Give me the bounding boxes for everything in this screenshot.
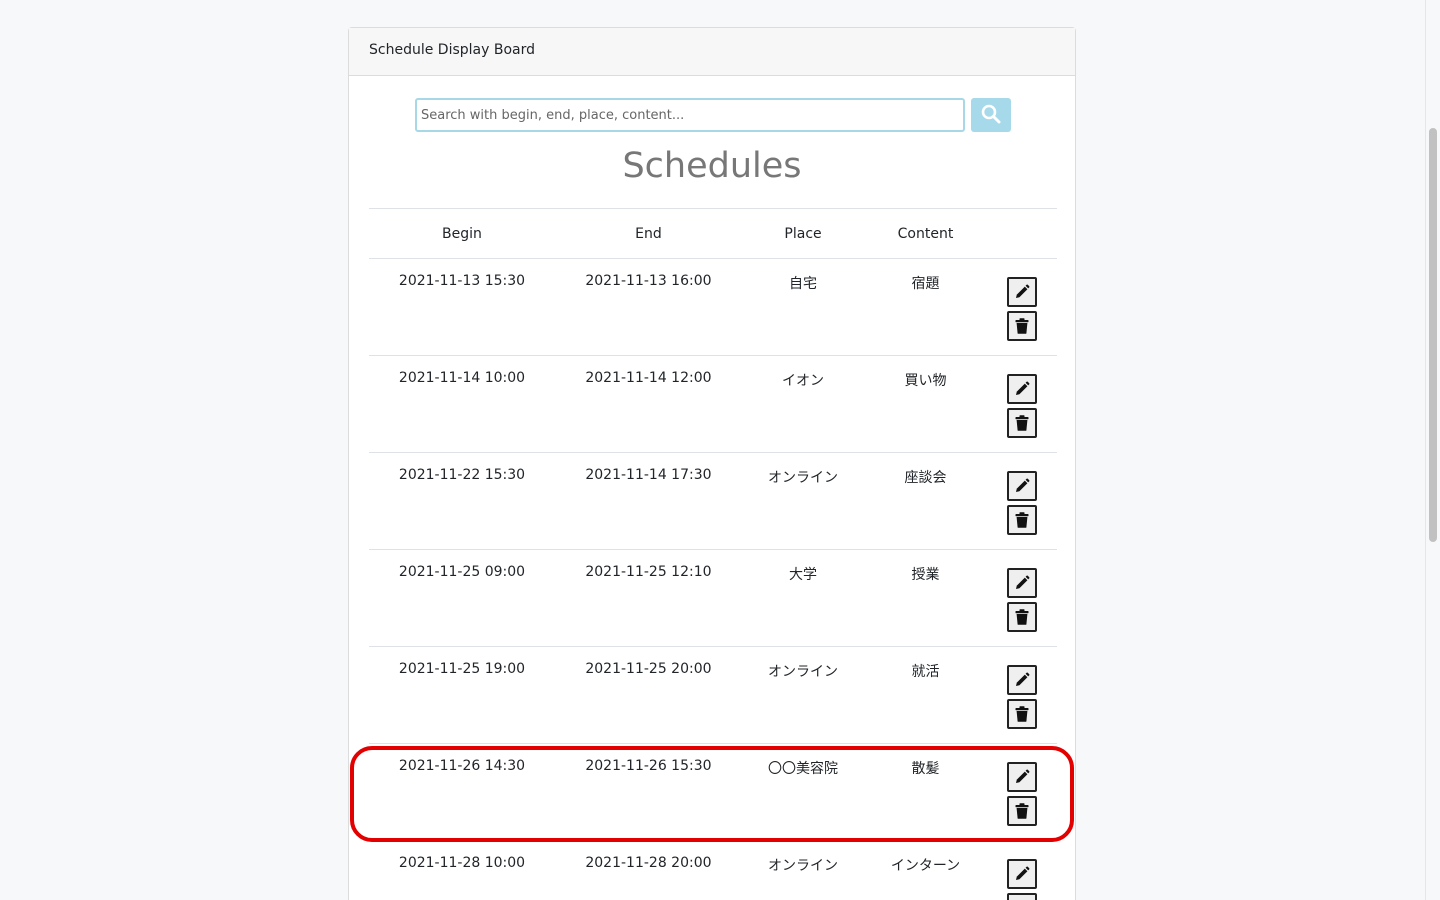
- search-button[interactable]: [971, 98, 1011, 132]
- search-input[interactable]: [415, 98, 965, 132]
- schedule-table-wrap: Begin End Place Content 2021-11-13 15:30…: [369, 208, 1057, 900]
- cell-begin: 2021-11-25 09:00: [369, 549, 555, 647]
- trash-icon: [1015, 512, 1029, 528]
- cell-content: 授業: [864, 549, 987, 647]
- delete-button[interactable]: [1006, 311, 1037, 341]
- table-row: 2021-11-22 15:30 2021-11-14 17:30 オンライン 座談会: [369, 452, 1057, 550]
- row-actions: [987, 374, 1057, 438]
- cell-end: 2021-11-14 17:30: [554, 452, 742, 550]
- pencil-icon: [1014, 575, 1030, 591]
- trash-icon: [1015, 706, 1029, 722]
- cell-actions: [986, 452, 1057, 550]
- delete-button[interactable]: [1006, 505, 1037, 535]
- edit-button[interactable]: [1006, 762, 1037, 792]
- cell-begin: 2021-11-14 10:00: [369, 355, 555, 453]
- cell-actions: [986, 743, 1057, 841]
- pencil-icon: [1014, 672, 1030, 688]
- cell-content: インターン: [864, 840, 987, 900]
- scrollbar[interactable]: [1425, 0, 1440, 900]
- table-row: 2021-11-13 15:30 2021-11-13 16:00 自宅 宿題: [369, 258, 1057, 356]
- delete-button[interactable]: [1006, 893, 1037, 900]
- table-row: 2021-11-28 10:00 2021-11-28 20:00 オンライン インタ…: [369, 840, 1057, 900]
- card-header-title: Schedule Display Board: [369, 42, 535, 58]
- table-row: 2021-11-26 14:30 2021-11-26 15:30 〇〇美容院 散髪: [369, 743, 1057, 841]
- schedule-table: Begin End Place Content 2021-11-13 15:30…: [369, 208, 1057, 900]
- cell-end: 2021-11-28 20:00: [554, 840, 742, 900]
- column-header-end: End: [554, 208, 742, 259]
- search-icon: [981, 104, 1001, 127]
- row-actions: [987, 665, 1057, 729]
- scrollbar-thumb[interactable]: [1429, 128, 1437, 542]
- cell-content: 宿題: [864, 258, 987, 356]
- page-title: Schedules: [622, 146, 802, 186]
- cell-actions: [986, 840, 1057, 900]
- cell-end: 2021-11-13 16:00: [554, 258, 742, 356]
- delete-button[interactable]: [1006, 796, 1037, 826]
- cell-begin: 2021-11-25 19:00: [369, 646, 555, 744]
- edit-button[interactable]: [1006, 374, 1037, 404]
- column-header-place: Place: [741, 208, 865, 259]
- table-header-row: Begin End Place Content: [369, 208, 1057, 259]
- edit-button[interactable]: [1006, 859, 1037, 889]
- delete-button[interactable]: [1006, 699, 1037, 729]
- column-header-begin: Begin: [369, 208, 555, 259]
- trash-icon: [1015, 415, 1029, 431]
- search-bar: [415, 98, 1011, 132]
- card-header: Schedule Display Board: [349, 28, 1075, 76]
- cell-actions: [986, 355, 1057, 453]
- cell-actions: [986, 646, 1057, 744]
- edit-button[interactable]: [1006, 471, 1037, 501]
- pencil-icon: [1014, 381, 1030, 397]
- pencil-icon: [1014, 284, 1030, 300]
- row-actions: [987, 471, 1057, 535]
- edit-button[interactable]: [1006, 665, 1037, 695]
- cell-content: 散髪: [864, 743, 987, 841]
- cell-place: 〇〇美容院: [741, 743, 865, 841]
- cell-end: 2021-11-26 15:30: [554, 743, 742, 841]
- cell-begin: 2021-11-28 10:00: [369, 840, 555, 900]
- column-header-content: Content: [864, 208, 987, 259]
- cell-content: 買い物: [864, 355, 987, 453]
- cell-begin: 2021-11-22 15:30: [369, 452, 555, 550]
- cell-actions: [986, 549, 1057, 647]
- cell-content: 就活: [864, 646, 987, 744]
- cell-end: 2021-11-25 20:00: [554, 646, 742, 744]
- browser-viewport: Schedule Display Board Schedules Begin: [0, 0, 1440, 900]
- row-actions: [987, 859, 1057, 900]
- cell-place: オンライン: [741, 646, 865, 744]
- cell-actions: [986, 258, 1057, 356]
- pencil-icon: [1014, 866, 1030, 882]
- pencil-icon: [1014, 769, 1030, 785]
- table-row: 2021-11-14 10:00 2021-11-14 12:00 イオン 買い物: [369, 355, 1057, 453]
- edit-button[interactable]: [1006, 277, 1037, 307]
- pencil-icon: [1014, 478, 1030, 494]
- cell-begin: 2021-11-13 15:30: [369, 258, 555, 356]
- delete-button[interactable]: [1006, 408, 1037, 438]
- row-actions: [987, 277, 1057, 341]
- schedule-table-body: 2021-11-13 15:30 2021-11-13 16:00 自宅 宿題 2021…: [369, 258, 1057, 900]
- cell-place: 自宅: [741, 258, 865, 356]
- cell-begin: 2021-11-26 14:30: [369, 743, 555, 841]
- trash-icon: [1015, 318, 1029, 334]
- column-header-actions: [986, 208, 1057, 259]
- trash-icon: [1015, 609, 1029, 625]
- cell-place: オンライン: [741, 840, 865, 900]
- cell-end: 2021-11-14 12:00: [554, 355, 742, 453]
- cell-place: イオン: [741, 355, 865, 453]
- delete-button[interactable]: [1006, 602, 1037, 632]
- cell-place: オンライン: [741, 452, 865, 550]
- table-row: 2021-11-25 09:00 2021-11-25 12:10 大学 授業: [369, 549, 1057, 647]
- cell-content: 座談会: [864, 452, 987, 550]
- trash-icon: [1015, 803, 1029, 819]
- schedule-card: Schedule Display Board Schedules Begin: [348, 27, 1076, 900]
- row-actions: [987, 762, 1057, 826]
- row-actions: [987, 568, 1057, 632]
- cell-place: 大学: [741, 549, 865, 647]
- table-row: 2021-11-25 19:00 2021-11-25 20:00 オンライン 就活: [369, 646, 1057, 744]
- edit-button[interactable]: [1006, 568, 1037, 598]
- cell-end: 2021-11-25 12:10: [554, 549, 742, 647]
